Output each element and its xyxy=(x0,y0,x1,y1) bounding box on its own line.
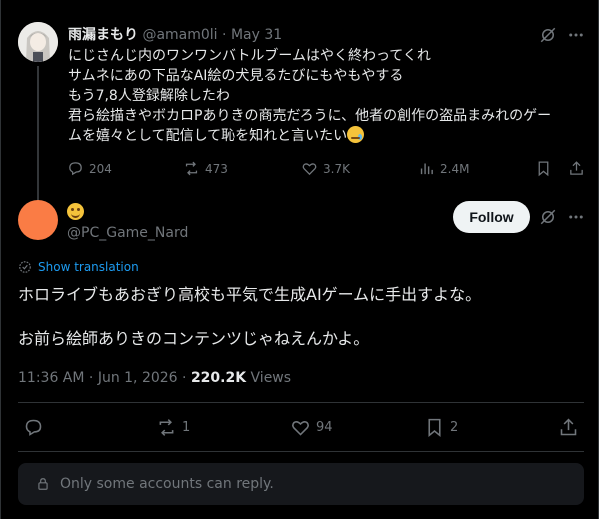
text-line: 君ら絵描きやボカロPありきの商売だろうに、他者の創作の盗品まみれのゲー xyxy=(68,108,552,124)
repost-count: 473 xyxy=(205,161,228,176)
repost-button[interactable]: 473 xyxy=(183,160,228,177)
bookmark-icon xyxy=(538,161,549,177)
bookmark-icon xyxy=(428,418,441,438)
share-icon xyxy=(570,161,583,175)
reply-button[interactable] xyxy=(23,417,49,438)
text-line: にじさんじ内のワンワンバトルブームはやく終わってくれ xyxy=(68,48,431,64)
follow-button[interactable]: Follow xyxy=(453,201,530,233)
tweet-detail-panel: 雨漏まもり @amam0li · May 31 にじさんじ内のワンワンバトルブー… xyxy=(0,0,599,519)
parent-tweet-text: にじさんじ内のワンワンバトルブームはやく終わってくれ サムネにあの下品なAI絵の… xyxy=(68,46,588,146)
views-icon xyxy=(420,163,433,175)
lock-icon xyxy=(38,478,48,490)
tweet-metadata: 11:36 AM · Jun 1, 2026 · 220.2K Views xyxy=(18,370,291,386)
text-line: ムを嬉々として配信して恥を知れと言いたい xyxy=(68,128,348,144)
post-date[interactable]: Jun 1, 2026 xyxy=(98,370,178,386)
avatar[interactable] xyxy=(18,22,58,62)
parent-header: 雨漏まもり @amam0li · May 31 xyxy=(68,24,282,44)
share-button[interactable] xyxy=(568,160,585,177)
bookmark-button[interactable] xyxy=(535,160,552,177)
view-count: 2.4M xyxy=(440,161,470,176)
heart-icon xyxy=(302,163,317,176)
thread-line xyxy=(37,66,39,216)
like-count: 3.7K xyxy=(323,161,350,176)
heart-icon xyxy=(292,421,309,436)
display-name[interactable]: 雨漏まもり xyxy=(68,27,138,43)
more-options-icon[interactable] xyxy=(567,26,585,44)
grok-icon[interactable] xyxy=(539,26,557,44)
parent-action-bar: 204 473 3.7K 2.4M xyxy=(67,160,587,180)
crying-face-emoji xyxy=(347,126,365,143)
reply-restriction-notice: Only some accounts can reply. xyxy=(18,463,584,505)
like-count: 94 xyxy=(316,420,333,435)
reply-icon xyxy=(69,162,82,176)
text-line-last: ムを嬉々として配信して恥を知れと言いたい xyxy=(68,126,588,146)
reply-icon xyxy=(25,419,42,436)
main-tweet-text: ホロライブもあおぎり高校も平気で生成AIゲームに手出すよな。 お前ら絵師ありきの… xyxy=(18,284,481,350)
bookmark-button[interactable]: 2 xyxy=(424,417,458,438)
grok-icon[interactable] xyxy=(539,208,557,226)
share-button[interactable] xyxy=(558,417,579,438)
share-icon xyxy=(560,418,577,436)
bookmark-count: 2 xyxy=(450,420,459,435)
more-options-icon[interactable] xyxy=(567,208,585,226)
show-translation-label[interactable]: Show translation xyxy=(38,260,139,274)
reply-restriction-text: Only some accounts can reply. xyxy=(60,476,274,492)
divider xyxy=(18,402,584,403)
separator: · xyxy=(88,370,94,386)
repost-icon xyxy=(159,419,174,436)
avatar[interactable] xyxy=(18,200,58,240)
like-button[interactable]: 94 xyxy=(290,417,333,438)
text-line xyxy=(18,306,481,328)
text-line: サムネにあの下品なAI絵の犬見るたびにもやもやする xyxy=(68,68,404,84)
smiling-face-emoji xyxy=(67,203,84,220)
repost-icon xyxy=(185,161,198,176)
divider xyxy=(18,451,584,452)
text-line: お前ら絵師ありきのコンテンツじゃねえんかよ。 xyxy=(18,329,370,348)
separator: · xyxy=(222,27,227,43)
show-translation-link[interactable]: Show translation xyxy=(18,260,139,274)
text-line: ホロライブもあおぎり高校も平気で生成AIゲームに手出すよな。 xyxy=(18,285,482,304)
repost-count: 1 xyxy=(182,420,191,435)
repost-button[interactable]: 1 xyxy=(156,417,190,438)
translate-icon xyxy=(19,261,31,273)
separator: · xyxy=(182,370,187,386)
main-action-bar: 1 94 2 xyxy=(1,417,599,441)
handle[interactable]: @amam0li xyxy=(142,27,217,43)
text-line: もう7,8人登録解除したわ xyxy=(68,88,230,104)
post-time[interactable]: 11:36 AM xyxy=(18,370,84,386)
reply-button[interactable]: 204 xyxy=(67,160,112,177)
views-label: Views xyxy=(250,370,292,386)
reply-count: 204 xyxy=(89,161,112,176)
handle[interactable]: @PC_Game_Nard xyxy=(67,225,188,241)
like-button[interactable]: 3.7K xyxy=(301,160,350,177)
views-count[interactable]: 220.2K xyxy=(191,370,246,386)
views-button[interactable]: 2.4M xyxy=(418,160,469,177)
post-date[interactable]: May 31 xyxy=(231,27,282,43)
